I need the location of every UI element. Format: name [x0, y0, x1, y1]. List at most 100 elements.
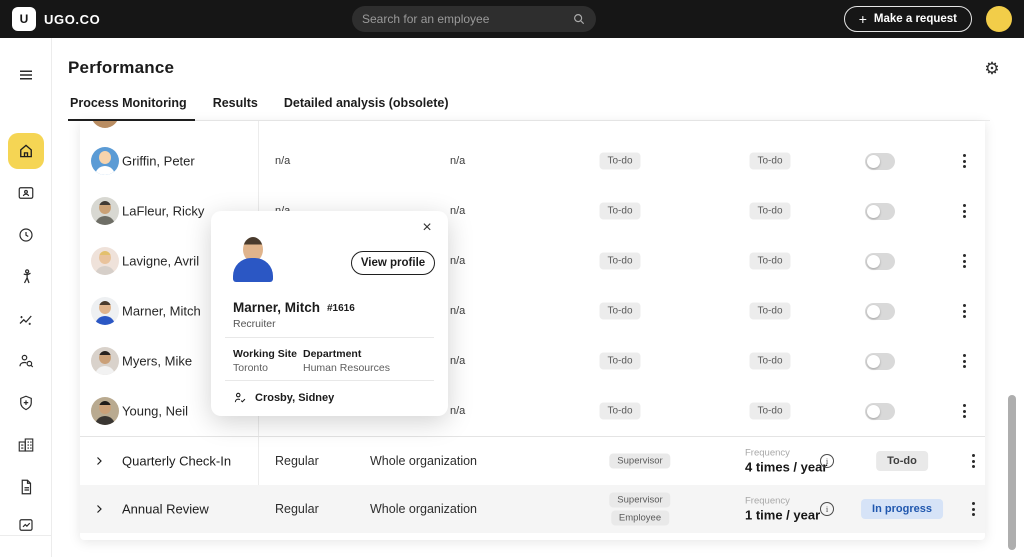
frequency-block: Frequency 4 times / year	[745, 448, 827, 475]
process-status-badge: In progress	[861, 499, 943, 519]
process-scope: Whole organization	[370, 502, 478, 516]
process-type: Regular	[275, 502, 319, 516]
process-name: Annual Review	[122, 501, 209, 517]
popup-job-title: Recruiter	[233, 318, 276, 330]
working-site-label: Working Site	[233, 348, 297, 360]
sidebar-item-reports[interactable]	[17, 516, 35, 534]
sidebar-item-analytics[interactable]	[17, 310, 35, 328]
sidebar-item-company[interactable]	[17, 436, 35, 454]
make-request-label: Make a request	[873, 13, 957, 25]
role-badge: Supervisor	[609, 453, 671, 469]
employee-avatar	[91, 197, 119, 225]
frequency-label: Frequency	[745, 447, 790, 459]
popup-employee-name: Marner, Mitch	[233, 300, 321, 315]
kebab-menu-icon[interactable]	[959, 300, 970, 322]
toggle-switch[interactable]	[865, 253, 895, 270]
document-icon	[21, 479, 32, 495]
sidebar-item-home[interactable]	[8, 133, 44, 169]
kebab-menu-icon[interactable]	[959, 350, 970, 372]
employee-avatar	[91, 247, 119, 275]
chevron-right-icon[interactable]	[93, 455, 105, 467]
status-badge: To-do	[599, 202, 641, 220]
home-icon	[20, 144, 32, 158]
vertical-scrollbar-thumb[interactable]	[1008, 395, 1016, 550]
sidebar-item-benefits[interactable]	[17, 394, 35, 412]
process-name: Quarterly Check-In	[122, 453, 232, 469]
frequency-value: 4 times / year	[745, 459, 828, 475]
table-row[interactable]: Griffin, Peter n/a n/a To-do To-do	[80, 136, 985, 186]
logo-letter: U	[19, 12, 29, 26]
settings-gear-icon[interactable]	[983, 59, 1001, 77]
employee-avatar	[91, 347, 119, 375]
menu-icon[interactable]	[17, 66, 35, 84]
process-row-quarterly-check-in[interactable]: Quarterly Check-In Regular Whole organiz…	[80, 437, 985, 485]
plus-icon: +	[858, 11, 867, 27]
popup-employee-number: #1616	[327, 303, 355, 314]
tab-process-monitoring[interactable]: Process Monitoring	[68, 96, 195, 121]
employee-name: Marner, Mitch	[122, 303, 201, 319]
user-avatar[interactable]	[986, 6, 1012, 32]
close-icon[interactable]	[418, 219, 436, 237]
frequency-value: 1 time / year	[745, 507, 821, 523]
toggle-switch[interactable]	[865, 153, 895, 170]
toggle-switch[interactable]	[865, 303, 895, 320]
info-icon[interactable]	[820, 454, 834, 468]
employee-avatar	[91, 397, 119, 425]
toggle-switch[interactable]	[865, 353, 895, 370]
kebab-menu-icon[interactable]	[959, 250, 970, 272]
search-icon	[574, 14, 585, 25]
employee-name: LaFleur, Ricky	[122, 203, 205, 219]
process-status-badge: To-do	[876, 451, 928, 471]
sidebar-item-performance[interactable]	[17, 268, 35, 286]
toggle-switch[interactable]	[865, 403, 895, 420]
supervisor-name: Crosby, Sidney	[255, 392, 335, 404]
make-request-button[interactable]: + Make a request	[843, 6, 972, 32]
kebab-menu-icon[interactable]	[968, 498, 979, 520]
employee-avatar	[91, 147, 119, 175]
chevron-right-icon[interactable]	[93, 503, 105, 515]
review-cell-2: n/a	[450, 255, 466, 267]
supervisor-link[interactable]: Crosby, Sidney	[233, 391, 334, 405]
employee-name: Lavigne, Avril	[122, 253, 200, 269]
person-search-icon	[19, 354, 34, 368]
brand-name: UGO.CO	[44, 12, 101, 27]
view-profile-button[interactable]: View profile	[351, 251, 435, 275]
review-cell-2: n/a	[450, 205, 466, 217]
employee-profile-popup: View profile Marner, Mitch #1616 Recruit…	[211, 211, 448, 416]
sidebar-item-documents[interactable]	[17, 478, 35, 496]
tab-detailed-analysis[interactable]: Detailed analysis (obsolete)	[282, 96, 451, 120]
popup-divider	[225, 380, 434, 381]
clipped-row-avatar	[91, 121, 119, 128]
kebab-menu-icon[interactable]	[968, 450, 979, 472]
status-badge: To-do	[599, 152, 641, 170]
popup-divider	[225, 337, 434, 338]
kebab-menu-icon[interactable]	[959, 400, 970, 422]
sidebar-item-employees[interactable]	[17, 184, 35, 202]
employee-search[interactable]	[352, 6, 596, 32]
review-cell-2: n/a	[450, 155, 466, 167]
person-check-icon	[234, 392, 246, 403]
review-cell-1: n/a	[275, 155, 291, 167]
shield-plus-icon	[20, 395, 32, 411]
tab-bar: Process Monitoring Results Detailed anal…	[68, 96, 990, 121]
frequency-label: Frequency	[745, 495, 790, 507]
building-icon	[18, 438, 34, 452]
kebab-menu-icon[interactable]	[959, 200, 970, 222]
role-badge: Employee	[610, 510, 670, 526]
employee-name: Griffin, Peter	[122, 153, 195, 169]
sidebar-item-talent-search[interactable]	[17, 352, 35, 370]
search-input[interactable]	[362, 12, 572, 26]
sidebar-item-schedule[interactable]	[17, 226, 35, 244]
toggle-switch[interactable]	[865, 203, 895, 220]
page-title: Performance	[68, 58, 175, 77]
status-badge: To-do	[599, 252, 641, 270]
kebab-menu-icon[interactable]	[959, 150, 970, 172]
tab-results[interactable]: Results	[211, 96, 260, 120]
app-logo[interactable]: U	[12, 7, 36, 31]
process-row-annual-review[interactable]: Annual Review Regular Whole organization…	[80, 485, 985, 533]
employee-avatar	[91, 297, 119, 325]
info-icon[interactable]	[820, 502, 834, 516]
department-label: Department	[303, 348, 362, 360]
process-scope: Whole organization	[370, 454, 478, 468]
frequency-block: Frequency 1 time / year	[745, 496, 820, 523]
